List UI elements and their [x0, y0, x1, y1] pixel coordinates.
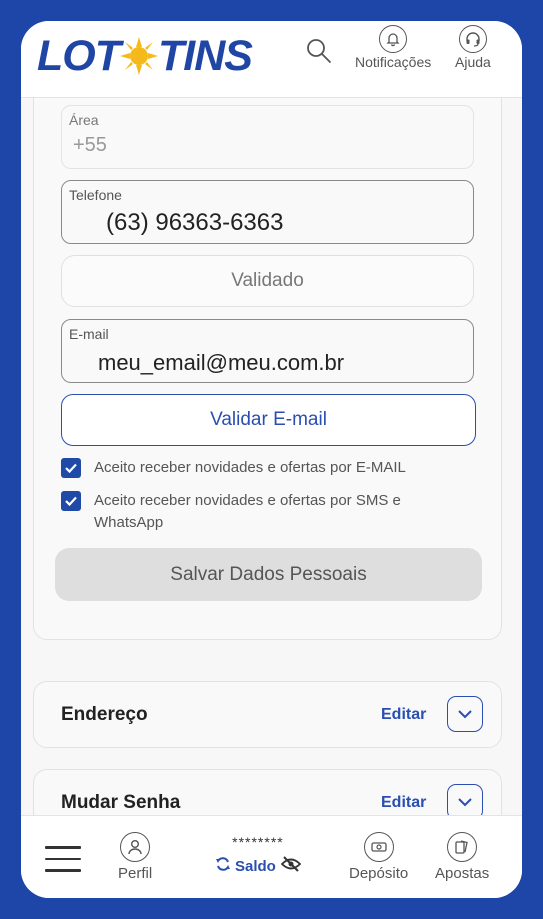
notifications-button[interactable]: Notificações: [355, 25, 431, 70]
phone-label: Telefone: [69, 187, 122, 203]
change-password-edit-link[interactable]: Editar: [381, 794, 426, 812]
change-password-section[interactable]: Mudar Senha Editar: [33, 769, 502, 815]
phone-field[interactable]: Telefone (63) 96363-6363: [61, 180, 474, 244]
nav-profile[interactable]: Perfil: [118, 832, 152, 882]
nav-deposit[interactable]: Depósito: [349, 832, 408, 882]
phone-input-value[interactable]: (63) 96363-6363: [106, 209, 283, 237]
optin-email-text: Aceito receber novidades e ofertas por E…: [94, 459, 406, 476]
balance-masked-value: ********: [232, 834, 284, 850]
notifications-label: Notificações: [355, 54, 432, 70]
email-field[interactable]: E-mail meu_email@meu.com.br: [61, 319, 474, 383]
address-expand-button[interactable]: [447, 696, 483, 732]
chevron-down-icon: [458, 710, 472, 719]
optin-sms-row[interactable]: Aceito receber novidades e ofertas por S…: [61, 491, 444, 534]
search-icon: [305, 37, 333, 70]
eye-off-icon[interactable]: [280, 856, 302, 876]
email-input-value[interactable]: meu_email@meu.com.br: [98, 350, 344, 376]
address-edit-link[interactable]: Editar: [381, 706, 426, 724]
logo-text-left: LOT: [37, 31, 121, 80]
optin-sms-text: Aceito receber novidades e ofertas por S…: [94, 492, 401, 531]
chevron-down-icon: [458, 798, 472, 807]
lotetins-logo[interactable]: LOT TINS: [37, 31, 253, 81]
area-code-value: +55: [73, 134, 107, 156]
personal-data-card: Área +55 Telefone (63) 96363-6363 Valida…: [33, 97, 502, 640]
help-label: Ajuda: [455, 54, 491, 70]
area-code-label: Área: [69, 112, 99, 128]
hamburger-icon: [45, 846, 81, 881]
refresh-icon[interactable]: [215, 856, 231, 876]
change-password-title: Mudar Senha: [61, 792, 181, 813]
search-button[interactable]: [305, 37, 333, 70]
optin-email-checkbox[interactable]: [61, 458, 81, 478]
nav-deposit-label: Depósito: [349, 865, 409, 882]
help-button[interactable]: Ajuda: [455, 25, 491, 70]
nav-balance[interactable]: ******** Saldo: [215, 834, 302, 876]
nav-profile-label: Perfil: [118, 865, 153, 882]
address-section-title: Endereço: [61, 704, 148, 725]
change-password-expand-button[interactable]: [447, 784, 483, 815]
user-icon: [120, 832, 151, 862]
sun-icon: [119, 36, 159, 76]
address-section[interactable]: Endereço Editar: [33, 681, 502, 748]
area-code-field: Área +55: [61, 105, 474, 169]
phone-validated-button: Validado: [61, 255, 474, 307]
scroll-content[interactable]: Área +55 Telefone (63) 96363-6363 Valida…: [21, 97, 522, 815]
save-personal-data-button[interactable]: Salvar Dados Pessoais: [55, 548, 482, 601]
logo-text-right: TINS: [157, 31, 253, 80]
validate-email-button[interactable]: Validar E-mail: [61, 394, 476, 446]
optin-sms-checkbox[interactable]: [61, 491, 81, 511]
menu-button[interactable]: [45, 846, 81, 881]
nav-bets[interactable]: Apostas: [435, 832, 489, 882]
optin-email-row[interactable]: Aceito receber novidades e ofertas por E…: [61, 458, 444, 479]
tickets-icon: [447, 832, 478, 862]
balance-label: Saldo: [235, 857, 276, 875]
bottom-navigation: Perfil ******** Saldo Depósito Apostas: [21, 815, 522, 898]
bell-icon: [379, 25, 408, 53]
nav-bets-label: Apostas: [435, 865, 490, 882]
email-label: E-mail: [69, 326, 109, 342]
phone-frame: LOT TINS Notificações Ajuda Área +55 Tel…: [21, 21, 522, 898]
headset-icon: [458, 25, 487, 53]
app-header: LOT TINS Notificações Ajuda: [21, 21, 522, 98]
cash-icon: [363, 832, 394, 862]
